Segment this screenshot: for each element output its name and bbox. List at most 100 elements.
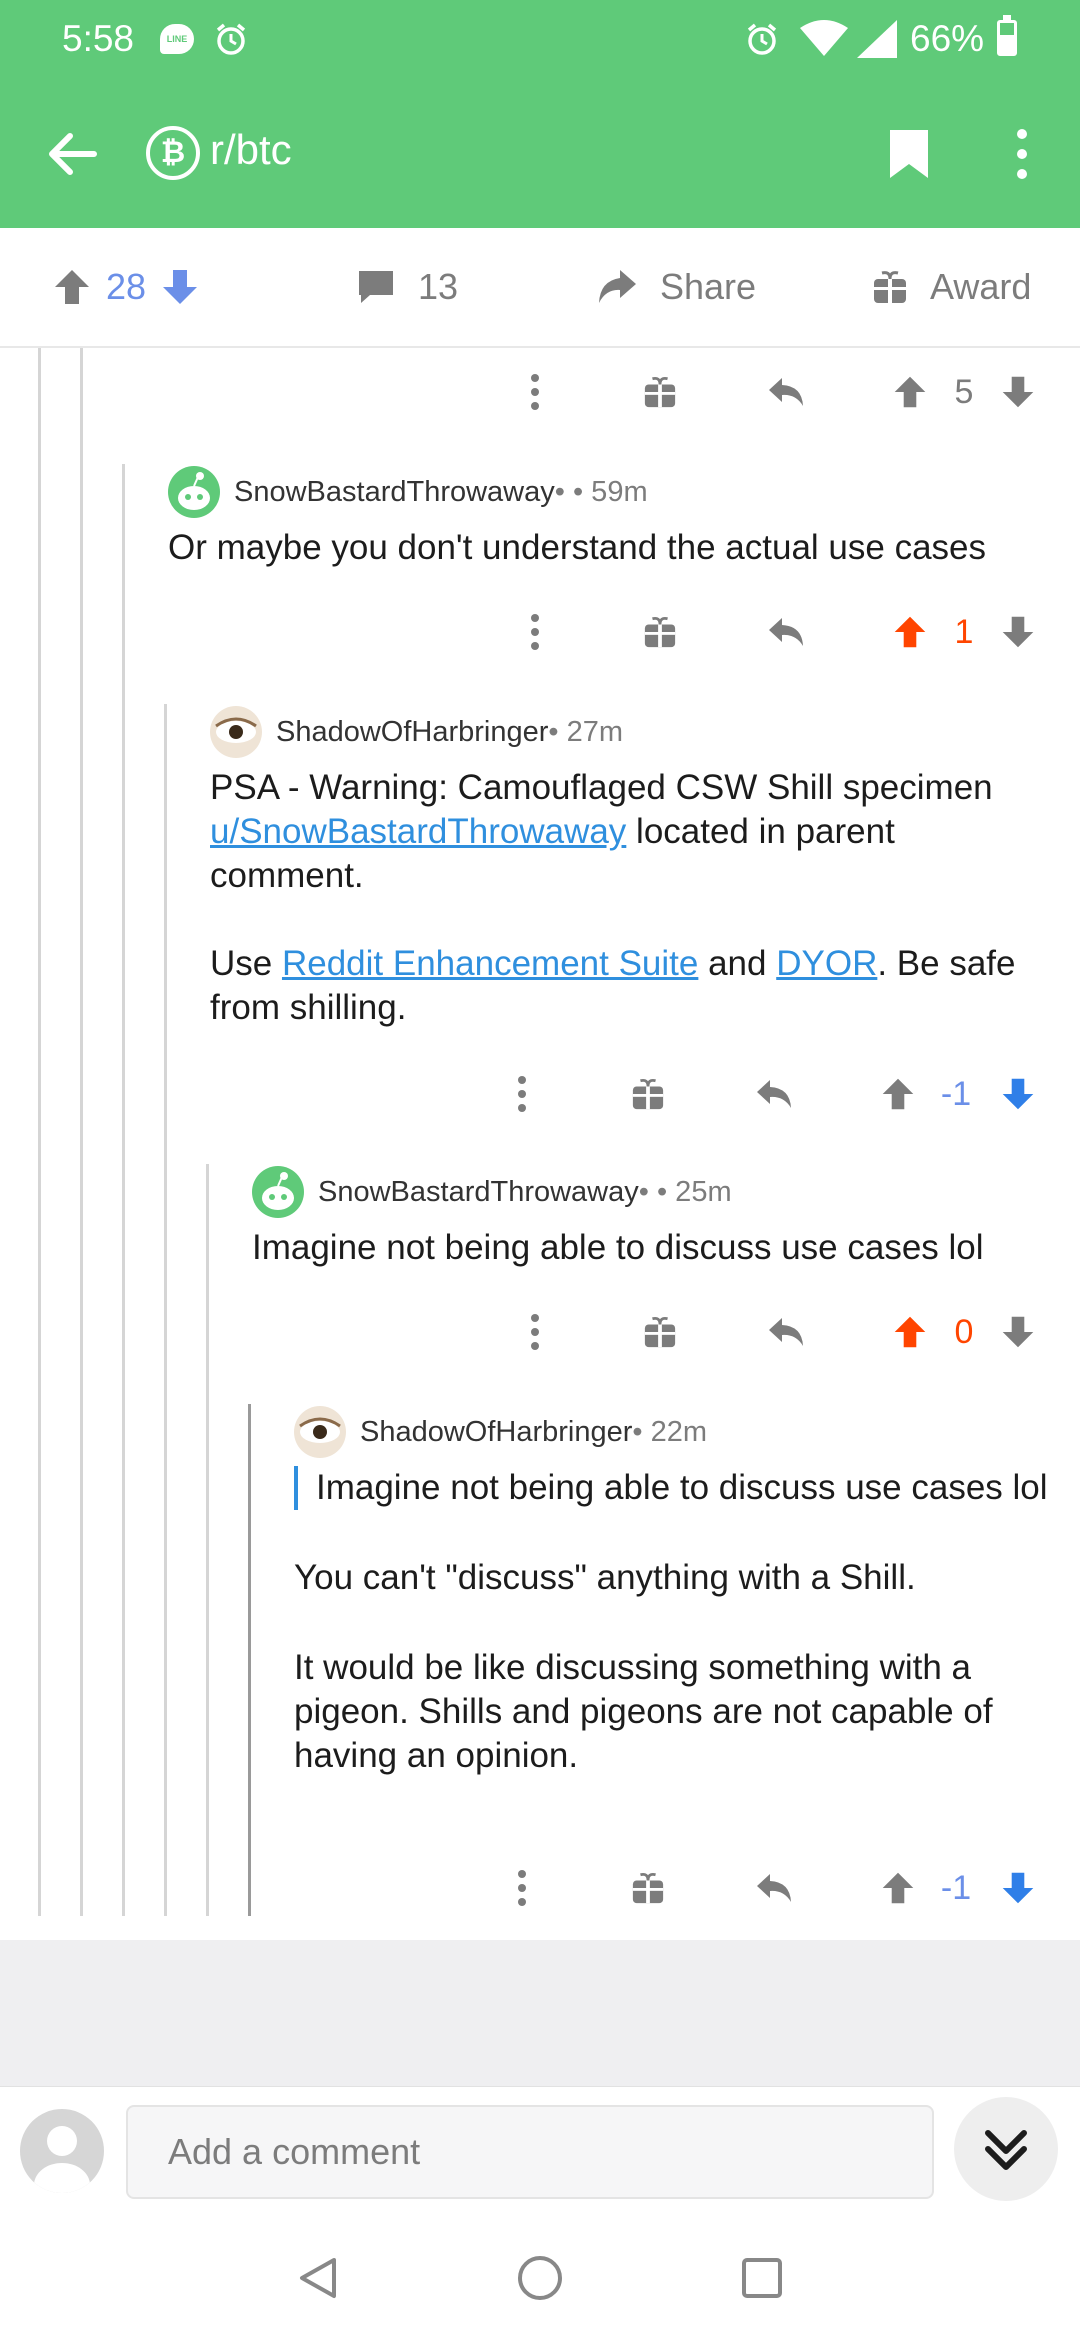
comment-body: Imagine not being able to discuss use ca… <box>294 1466 1054 1778</box>
comments-count-button[interactable]: 13 <box>356 266 458 308</box>
comment-thread: 5 SnowBastardThrowaway • • 59m Or maybe … <box>0 348 1080 1940</box>
comment-meta: • 27m <box>548 715 624 748</box>
more-vertical-icon <box>518 1870 526 1906</box>
comment-more-button[interactable] <box>502 1064 542 1124</box>
comment-award-button[interactable] <box>628 1064 668 1124</box>
more-vertical-icon[interactable] <box>1010 124 1034 184</box>
alarm-icon <box>216 23 246 55</box>
app-bar: ₿ r/btc <box>0 80 1080 228</box>
comment-reply-button[interactable] <box>752 1064 796 1124</box>
comment-more-button[interactable] <box>515 602 555 662</box>
comment-reply-button[interactable] <box>764 1302 808 1362</box>
comment-downvote-button[interactable] <box>998 602 1038 662</box>
line-app-icon: LINE <box>160 24 194 54</box>
comment-paragraph: PSA - Warning: Camouflaged CSW Shill spe… <box>210 768 993 895</box>
subreddit-icon: ₿ <box>146 126 200 180</box>
collapse-thread-button[interactable] <box>954 2097 1058 2201</box>
comment-actions: 5 <box>0 362 1080 422</box>
comment-downvote-button[interactable] <box>998 1064 1038 1124</box>
comment-body: Imagine not being able to discuss use ca… <box>252 1228 984 1267</box>
eye-avatar-icon <box>215 717 257 743</box>
system-nav-bar <box>0 2216 1080 2340</box>
comment-header: ShadowOfHarbringer • 27m <box>210 706 623 758</box>
bookmark-icon[interactable] <box>886 128 932 180</box>
res-link[interactable]: Reddit Enhancement Suite <box>282 944 698 983</box>
comment-upvote-button[interactable] <box>890 602 930 662</box>
thread-line[interactable] <box>248 1404 251 1916</box>
thread-line[interactable] <box>80 348 83 1916</box>
comment-actions: 1 <box>0 602 1080 662</box>
comment-upvote-button[interactable] <box>878 1858 918 1918</box>
comment-reply-button[interactable] <box>764 602 808 662</box>
comment-composer: Add a comment <box>0 2086 1080 2216</box>
comment-paragraph: It would be like discussing something wi… <box>294 1648 993 1775</box>
comment-downvote-button[interactable] <box>998 362 1038 422</box>
comment-award-button[interactable] <box>640 1302 680 1362</box>
comment-downvote-button[interactable] <box>998 1858 1038 1918</box>
alarm-icon <box>747 23 777 55</box>
status-time: 5:58 <box>62 18 135 59</box>
avatar[interactable] <box>294 1406 346 1458</box>
add-comment-input[interactable]: Add a comment <box>126 2105 934 2199</box>
status-bar: 5:58 LINE 66% <box>0 0 1080 80</box>
award-button[interactable]: Award <box>872 266 1031 308</box>
comment-reply-button[interactable] <box>752 1858 796 1918</box>
comment-score: 5 <box>954 372 974 411</box>
comment-paragraph: Use Reddit Enhancement Suite and DYOR. B… <box>210 944 1016 1027</box>
reply-arrow-icon <box>757 1080 791 1108</box>
share-button[interactable]: Share <box>596 266 756 308</box>
gift-icon <box>644 1317 676 1348</box>
comment-reply-button[interactable] <box>764 362 808 422</box>
gift-icon <box>632 1873 664 1904</box>
share-arrow-icon <box>599 270 636 303</box>
avatar[interactable] <box>168 466 220 518</box>
comment-author[interactable]: ShadowOfHarbringer <box>360 1416 632 1449</box>
comment-downvote-button[interactable] <box>998 1302 1038 1362</box>
snoo-avatar-icon <box>262 1172 294 1210</box>
back-arrow-icon[interactable] <box>42 124 102 184</box>
comment-author[interactable]: SnowBastardThrowaway <box>318 1176 639 1209</box>
nav-back-icon[interactable] <box>296 2256 340 2300</box>
comment-award-button[interactable] <box>640 362 680 422</box>
nav-home-icon[interactable] <box>518 2256 562 2300</box>
comment-more-button[interactable] <box>515 362 555 422</box>
reply-arrow-icon <box>769 618 803 646</box>
user-avatar[interactable] <box>20 2109 104 2193</box>
share-label: Share <box>660 266 757 307</box>
award-label: Award <box>930 266 1032 307</box>
comment-upvote-button[interactable] <box>890 362 930 422</box>
eye-avatar-icon <box>299 1417 341 1443</box>
comment-award-button[interactable] <box>640 602 680 662</box>
dyor-link[interactable]: DYOR <box>776 944 877 983</box>
thread-line[interactable] <box>122 464 125 1916</box>
blockquote: Imagine not being able to discuss use ca… <box>294 1466 1054 1510</box>
upvote-arrow-icon[interactable] <box>52 267 92 307</box>
comment-header: SnowBastardThrowaway • • 59m <box>168 466 648 518</box>
nav-recents-icon[interactable] <box>742 2258 782 2298</box>
comment-header: SnowBastardThrowaway • • 25m <box>252 1166 732 1218</box>
downvote-arrow-icon <box>1002 1316 1034 1348</box>
gift-icon <box>874 271 906 303</box>
comment-more-button[interactable] <box>515 1302 555 1362</box>
thread-line[interactable] <box>206 1164 209 1916</box>
more-vertical-icon <box>531 1314 539 1350</box>
comment-author[interactable]: ShadowOfHarbringer <box>276 716 548 749</box>
comment-more-button[interactable] <box>502 1858 542 1918</box>
comment-score: -1 <box>940 1868 972 1907</box>
gift-icon <box>644 377 676 408</box>
downvote-arrow-icon <box>1002 376 1034 408</box>
comment-award-button[interactable] <box>628 1858 668 1918</box>
avatar[interactable] <box>252 1166 304 1218</box>
downvote-arrow-icon <box>1002 616 1034 648</box>
avatar[interactable] <box>210 706 262 758</box>
comment-author[interactable]: SnowBastardThrowaway <box>234 476 555 509</box>
user-link[interactable]: u/SnowBastardThrowaway <box>210 812 626 851</box>
subreddit-name[interactable]: r/btc <box>210 126 292 174</box>
upvote-arrow-icon <box>894 376 926 408</box>
thread-line[interactable] <box>38 348 41 1916</box>
downvote-arrow-icon[interactable] <box>160 267 200 307</box>
upvote-arrow-icon <box>894 616 926 648</box>
comment-bubble-icon <box>359 271 393 303</box>
comment-upvote-button[interactable] <box>878 1064 918 1124</box>
comment-upvote-button[interactable] <box>890 1302 930 1362</box>
